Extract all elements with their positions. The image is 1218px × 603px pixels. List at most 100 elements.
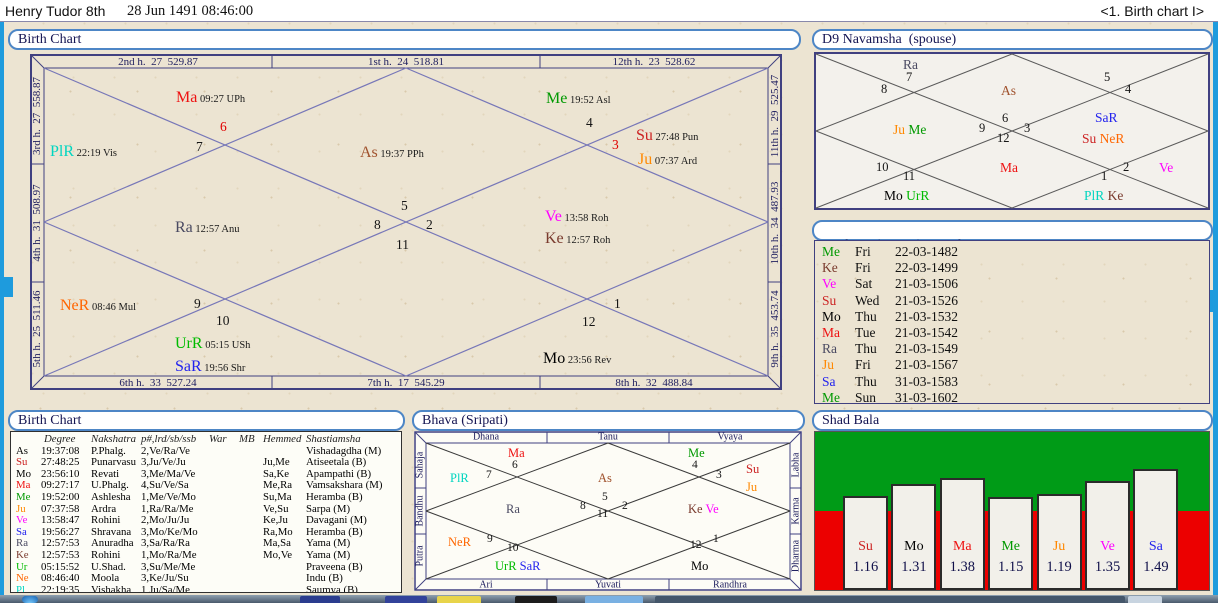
sign-number: 1 (713, 534, 719, 546)
column-header: Shastiamsha (306, 434, 361, 446)
dasha-row[interactable]: SuWed21-03-1526 (815, 293, 1209, 309)
planet-label: NeR 08:46 Mul (60, 298, 136, 314)
sign-number: 11 (597, 509, 608, 521)
planet-label: Ve 13:58 Roh (545, 209, 609, 225)
sign-number: 8 (580, 501, 586, 513)
table-cell: 22:19:35 (41, 585, 79, 593)
d9-panel-header[interactable]: D9 Navamsha (spouse) (812, 29, 1213, 50)
shadbala-planet: Mo (893, 539, 934, 555)
table-cell: Pl (16, 585, 25, 593)
table-row[interactable]: Pl22:19:35Vishakha1,Ju/Sa/MeSaumya (B) (11, 585, 401, 593)
column-header: War (209, 434, 227, 446)
dasha-planet: Ju (822, 357, 834, 373)
shadbala-value: 1.31 (893, 559, 934, 576)
dasha-list[interactable]: MeFri22-03-1482KeFri22-03-1499VeSat21-03… (814, 240, 1210, 404)
taskbar-button[interactable] (385, 596, 427, 603)
d9-navamsha-diagram[interactable]: RaAsSaRJu MeSu NeRMaVeMo UrRPlR Ke785469… (814, 52, 1210, 210)
dasha-row[interactable]: MaTue21-03-1542 (815, 325, 1209, 341)
dasha-weekday: Sat (855, 276, 872, 292)
bhava-panel-header[interactable]: Bhava (Sripati) (412, 410, 805, 431)
taskbar-button[interactable] (1128, 596, 1162, 603)
start-button[interactable] (22, 596, 38, 603)
house-cusp-label: 6th h. 33 527.24 (119, 377, 196, 389)
sign-number: 3 (716, 470, 722, 482)
taskbar-button[interactable] (585, 596, 643, 603)
house-cusp-label: 11th h. 29 525.47 (769, 75, 781, 157)
planet-label: Su NeR (1082, 131, 1124, 147)
dasha-row[interactable]: MeSun31-03-1602 (815, 390, 1209, 406)
planet-label: Ra 12:57 Anu (175, 220, 239, 236)
shadbala-bar: Me1.15 (988, 497, 1033, 590)
sign-number: 4 (692, 460, 698, 472)
birth-chart-panel-header[interactable]: Birth Chart (8, 29, 801, 50)
dasha-weekday: Thu (855, 374, 877, 390)
shadbala-bar: Ma1.38 (940, 478, 985, 590)
planet-details-table[interactable]: DegreeNakshatrap#,lrd/sb/ssbWarMBHemmedS… (10, 431, 402, 593)
dasha-row[interactable]: RaThu21-03-1549 (815, 341, 1209, 357)
sign-number: 9 (194, 297, 201, 311)
table-row[interactable]: Ke12:57:53Rohini1,Mo/Ra/MeMo,VeYama (M) (11, 550, 401, 562)
birth-chart-panel: Birth Chart Ma 09:27 UPhPlR 22:19 VisAs … (6, 26, 802, 404)
sign-number: 11 (903, 170, 915, 183)
os-taskbar[interactable] (0, 595, 1218, 603)
table-cell: 12:57:53 (41, 550, 79, 562)
shadbala-panel-header[interactable]: Shad Bala (812, 410, 1213, 431)
d9-panel-title: D9 Navamsha (spouse) (822, 32, 956, 47)
planet-label: Mo 23:56 Rev (543, 351, 611, 367)
taskbar-button[interactable] (437, 596, 481, 603)
sign-number: 5 (602, 492, 608, 504)
d9-navamsha-panel: D9 Navamsha (spouse) RaAsSaRJu MeSu NeRM… (810, 26, 1214, 215)
dasha-planet: Ra (822, 341, 837, 357)
table-cell: Heramba (B) (306, 492, 363, 504)
dasha-planet: Mo (822, 309, 841, 325)
dasha-weekday: Tue (855, 325, 876, 341)
sign-number: 7 (486, 470, 492, 482)
bhava-panel-title: Bhava (Sripati) (422, 413, 508, 428)
planet-label: Su 27:48 Pun (636, 128, 698, 144)
dasha-row[interactable]: VeSat21-03-1506 (815, 276, 1209, 292)
table-row[interactable]: Me19:52:00Ashlesha1,Me/Ve/MoSu,MaHeramba… (11, 492, 401, 504)
sign-number: 9 (979, 122, 985, 135)
house-cusp-label: 8th h. 32 488.84 (615, 377, 692, 389)
dasha-date: 22-03-1482 (895, 244, 958, 260)
sign-number: 5 (1104, 71, 1110, 84)
bhava-name-label: Labha (791, 453, 802, 478)
bhava-name-label: Vyaya (718, 432, 743, 443)
sign-number: 12 (690, 540, 702, 552)
taskbar-button[interactable] (655, 596, 1125, 603)
house-cusp-label: 3rd h. 27 558.87 (31, 77, 43, 155)
birth-chart-diagram[interactable]: Ma 09:27 UPhPlR 22:19 VisAs 19:37 PPhMe … (30, 54, 782, 390)
taskbar-button[interactable] (300, 596, 340, 603)
sign-number: 6 (220, 120, 227, 134)
table-cell: Yama (M) (306, 550, 350, 562)
taskbar-button[interactable] (515, 596, 557, 603)
shadbala-bar: Sa1.49 (1133, 469, 1178, 590)
planet-label: As 19:37 PPh (360, 145, 424, 161)
sign-number: 9 (487, 534, 493, 546)
birth-table-panel: Birth Chart DegreeNakshatrap#,lrd/sb/ssb… (6, 408, 406, 595)
table-cell: Mo,Ve (263, 550, 292, 562)
sign-number: 7 (906, 71, 912, 84)
table-cell: Me (16, 492, 30, 504)
birth-table-panel-header[interactable]: Birth Chart (8, 410, 405, 431)
dasha-weekday: Fri (855, 260, 871, 276)
dasha-row[interactable]: MeFri22-03-1482 (815, 244, 1209, 260)
vimshottari-panel-header[interactable]: Bhava (Sripati) Vimshottari ◀▶▲▼ (812, 220, 1213, 241)
planet-label: As (1001, 83, 1016, 99)
column-header: MB (239, 434, 255, 446)
left-splitter[interactable] (0, 22, 4, 595)
dasha-row[interactable]: JuFri21-03-1567 (815, 357, 1209, 373)
birth-chart-panel-title: Birth Chart (18, 32, 81, 47)
dasha-row[interactable]: KeFri22-03-1499 (815, 260, 1209, 276)
bhava-name-label: Sahaja (415, 452, 426, 479)
bhava-diagram[interactable]: MaPlRAsMeSuJuRaKe VeNeRUrR SaRMo67435821… (414, 431, 802, 591)
dasha-row[interactable]: SaThu31-03-1583 (815, 374, 1209, 390)
dasha-date: 21-03-1526 (895, 293, 958, 309)
shadbala-planet: Su (845, 539, 886, 555)
house-cusp-label: 12th h. 23 528.62 (613, 56, 696, 68)
dasha-row[interactable]: MoThu21-03-1532 (815, 309, 1209, 325)
bhava-name-label: Karma (791, 497, 802, 524)
sign-number: 4 (1125, 83, 1131, 96)
house-cusp-label: 10th h. 34 487.93 (769, 182, 781, 265)
column-header: Degree (44, 434, 75, 446)
